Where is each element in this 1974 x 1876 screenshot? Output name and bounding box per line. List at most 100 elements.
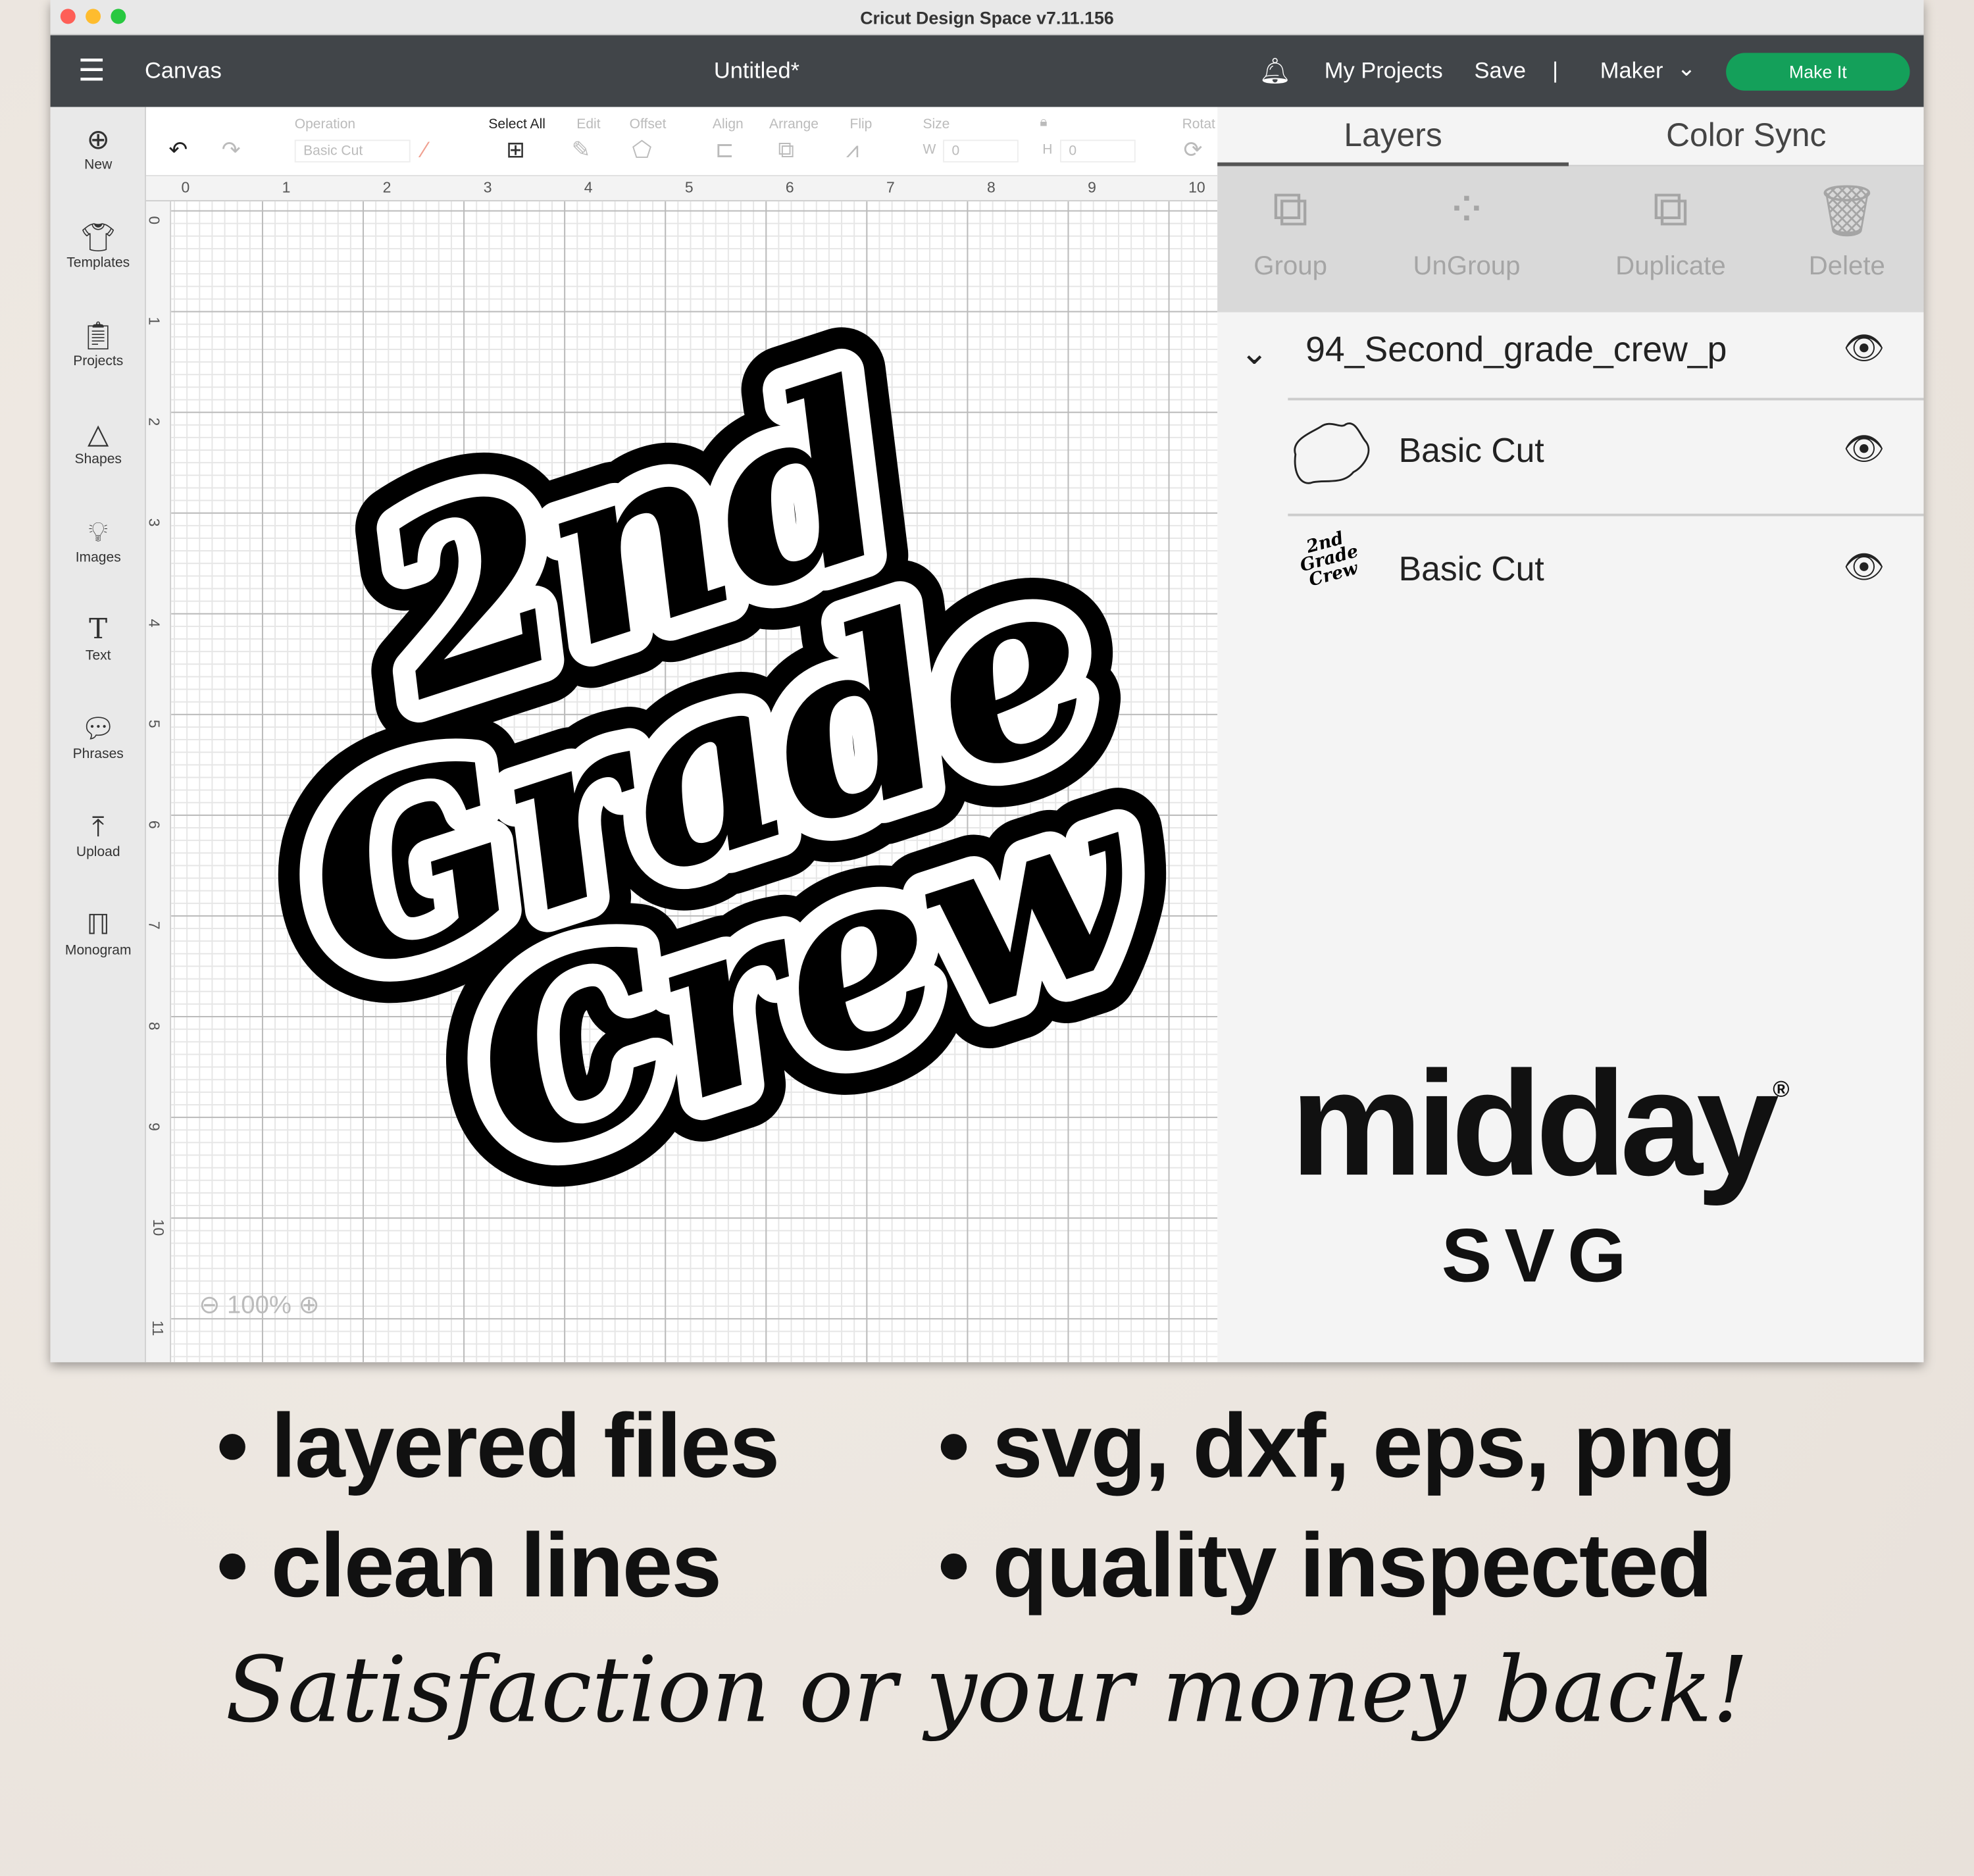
- group-button[interactable]: ⧉ Group: [1215, 182, 1366, 282]
- brand-sub: SVG: [1441, 1213, 1639, 1298]
- chevron-down-icon[interactable]: ⌄: [1677, 55, 1696, 82]
- eye-icon[interactable]: 👁︎: [1843, 547, 1885, 586]
- clipboard-icon: 📋︎: [80, 319, 116, 351]
- operation-label: Operation: [294, 116, 356, 132]
- flip-icon[interactable]: ⩘: [846, 138, 859, 164]
- tab-color-sync[interactable]: Color Sync: [1568, 107, 1924, 166]
- sidebar-item-projects[interactable]: 📋︎ Projects: [51, 318, 146, 369]
- vertical-ruler: 0 1 2 3 4 5 6 7 8 9 10 11: [145, 201, 172, 1363]
- ruler-tick-label: 10: [149, 1219, 167, 1236]
- ruler-tick-label: 2: [145, 417, 163, 426]
- monogram-icon: ℿ: [86, 909, 111, 941]
- zoom-control[interactable]: ⊖ 100% ⊕: [199, 1289, 319, 1321]
- sidebar-item-upload[interactable]: ⤒ Upload: [51, 809, 146, 860]
- duplicate-button[interactable]: ⧉ Duplicate: [1589, 182, 1753, 282]
- sidebar-item-phrases[interactable]: 💬︎ Phrases: [51, 711, 146, 762]
- text-icon: T: [89, 614, 108, 646]
- ungroup-button[interactable]: ⁘ UnGroup: [1391, 182, 1542, 282]
- ruler-tick-label: 4: [584, 178, 593, 197]
- machine-select[interactable]: Maker: [1600, 58, 1663, 84]
- ruler-tick-label: 2: [382, 178, 392, 197]
- shapes-icon: △: [88, 418, 109, 450]
- eye-icon[interactable]: 👁︎: [1843, 328, 1885, 367]
- app-header: ☰ Canvas Untitled* 🔔︎ My Projects Save |…: [50, 35, 1924, 107]
- feature-text: • clean lines: [216, 1515, 722, 1617]
- layer-thumbnail-outline: [1294, 422, 1370, 484]
- layer-thumbnail-art: 2nd Grade Crew: [1298, 528, 1361, 592]
- edit-label: Edit: [576, 116, 601, 132]
- hamburger-icon[interactable]: ☰: [78, 53, 105, 89]
- sidebar-label: Templates: [66, 255, 130, 271]
- zoom-level: 100%: [227, 1292, 291, 1320]
- arrange-icon[interactable]: ⧉: [778, 138, 794, 164]
- redo-icon[interactable]: ↷: [222, 138, 241, 164]
- pencil-icon[interactable]: ✎: [572, 138, 591, 164]
- lock-icon[interactable]: 🔒︎: [1040, 114, 1047, 131]
- chevron-down-icon[interactable]: ⌄: [1240, 334, 1269, 372]
- select-all-icon[interactable]: ⊞: [506, 138, 525, 164]
- zoom-out-icon[interactable]: ⊖: [199, 1292, 220, 1319]
- offset-label: Offset: [629, 116, 667, 132]
- ruler-tick-label: 6: [785, 178, 794, 197]
- sidebar-item-shapes[interactable]: △ Shapes: [51, 417, 146, 467]
- sidebar-label: Phrases: [72, 746, 124, 762]
- flip-label: Flip: [849, 116, 873, 132]
- edit-toolbar: ↶ ↷ Operation Basic Cut ⁄ Select All ⊞ E…: [145, 107, 1218, 176]
- delete-button[interactable]: 🗑︎ Delete: [1771, 182, 1923, 282]
- width-input[interactable]: 0: [943, 139, 1019, 163]
- canvas-label: Canvas: [145, 58, 222, 84]
- rotate-icon[interactable]: ⟳: [1184, 138, 1203, 164]
- ruler-tick-label: 10: [1188, 178, 1205, 197]
- my-projects-link[interactable]: My Projects: [1325, 58, 1443, 84]
- sidebar-label: Projects: [73, 353, 124, 369]
- window-title: Cricut Design Space v7.11.156: [860, 7, 1114, 28]
- sidebar-item-images[interactable]: 💡︎ Images: [51, 515, 146, 566]
- bell-icon[interactable]: 🔔︎: [1259, 55, 1291, 87]
- sidebar-label: Images: [75, 550, 121, 566]
- ruler-tick-label: 1: [282, 178, 291, 197]
- ruler-tick-label: 4: [145, 619, 163, 628]
- left-sidebar: ⊕ New 👕︎ Templates 📋︎ Projects △ Shapes 💡︎ Im…: [50, 107, 146, 1363]
- operation-select[interactable]: Basic Cut: [294, 139, 411, 163]
- align-label: Align: [712, 116, 744, 132]
- lightbulb-icon: 💡︎: [88, 516, 108, 548]
- ruler-tick-label: 8: [145, 1021, 163, 1030]
- sidebar-item-templates[interactable]: 👕︎ Templates: [51, 220, 146, 271]
- document-title[interactable]: Untitled*: [714, 58, 799, 84]
- make-it-button[interactable]: Make It: [1726, 53, 1910, 91]
- ruler-tick-label: 5: [684, 178, 694, 197]
- height-label: H: [1042, 142, 1053, 158]
- undo-icon[interactable]: ↶: [168, 138, 188, 164]
- brand-logo: midday®: [1290, 1038, 1790, 1209]
- layer-actions: ⧉ Group ⁘ UnGroup ⧉ Duplicate 🗑︎ Delete: [1215, 166, 1924, 313]
- zoom-in-icon[interactable]: ⊕: [299, 1292, 320, 1319]
- layers-panel: Layers Color Sync ⧉ Group ⁘ UnGroup ⧉ Dupli…: [1215, 107, 1924, 1363]
- ruler-tick-label: 0: [181, 178, 190, 197]
- upload-icon: ⤒: [91, 811, 105, 842]
- group-name: 94_Second_grade_crew_p: [1305, 330, 1727, 369]
- brand-name: midday: [1290, 1041, 1779, 1207]
- offset-icon[interactable]: ⬠: [632, 138, 651, 164]
- tab-layers[interactable]: Layers: [1217, 107, 1569, 166]
- sidebar-item-text[interactable]: T Text: [51, 613, 146, 664]
- plus-circle-icon: ⊕: [86, 123, 110, 155]
- ruler-tick-label: 9: [145, 1123, 163, 1131]
- layer-name: Basic Cut: [1398, 432, 1544, 470]
- ruler-tick-label: 7: [145, 921, 163, 930]
- sidebar-item-new[interactable]: ⊕ New: [51, 122, 146, 173]
- align-icon[interactable]: ⊏: [715, 138, 734, 164]
- linetype-swatch[interactable]: ⁄: [423, 138, 427, 164]
- design-canvas[interactable]: 2nd Grade Crew 2nd Grade Crew ⊖ 100% ⊕: [171, 201, 1218, 1363]
- height-input[interactable]: 0: [1059, 139, 1136, 163]
- eye-icon[interactable]: 👁︎: [1843, 429, 1885, 468]
- ruler-tick-label: 9: [1088, 178, 1096, 197]
- feature-text: • layered files: [216, 1396, 780, 1497]
- ruler-tick-label: 11: [149, 1320, 167, 1336]
- sidebar-item-monogram[interactable]: ℿ Monogram: [51, 907, 146, 958]
- sidebar-label: Shapes: [74, 451, 122, 467]
- ruler-tick-label: 3: [483, 178, 492, 197]
- save-button[interactable]: Save: [1474, 58, 1526, 84]
- feature-text: • svg, dxf, eps, png: [938, 1396, 1736, 1497]
- ungroup-label: UnGroup: [1413, 251, 1521, 281]
- design-artwork[interactable]: 2nd Grade Crew 2nd Grade Crew: [171, 201, 1217, 1362]
